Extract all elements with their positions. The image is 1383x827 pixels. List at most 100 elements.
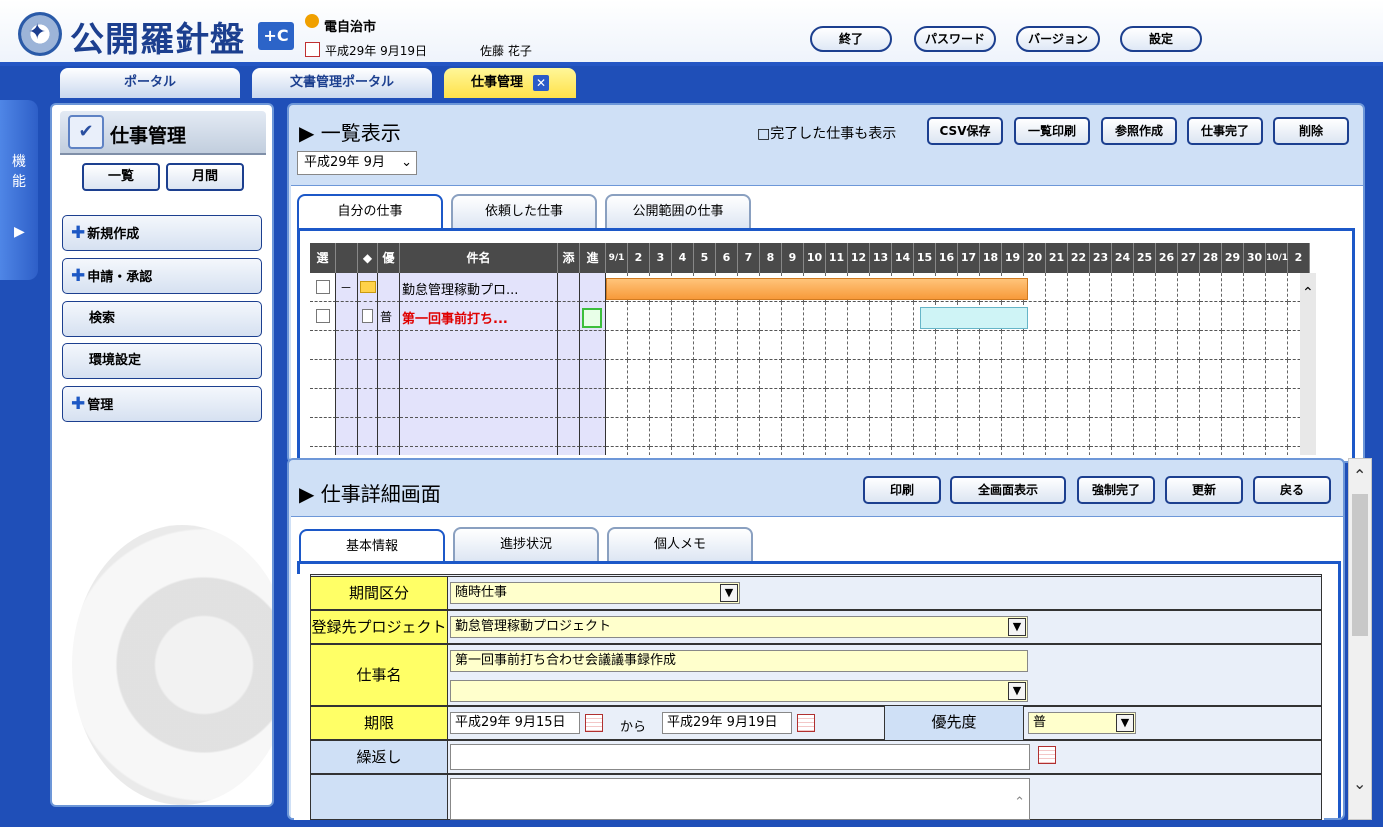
- grid-scrollbar[interactable]: ⌃: [1300, 273, 1316, 455]
- progress-indicator: [582, 308, 602, 328]
- day-cell: [738, 331, 760, 360]
- chevron-up-icon[interactable]: ⌃: [1353, 466, 1366, 485]
- organization-name: 電自治市: [324, 20, 377, 35]
- list-view-button[interactable]: 一覧: [82, 163, 160, 191]
- deadline-from-input[interactable]: 平成29年 9月15日: [450, 712, 580, 734]
- day-cell: [1266, 302, 1288, 331]
- table-row[interactable]: 普第一回事前打ち...: [310, 302, 1310, 331]
- table-row[interactable]: [310, 389, 1310, 418]
- day-cell: [1222, 418, 1244, 447]
- day-header: 7: [738, 243, 760, 273]
- day-cell: [1266, 389, 1288, 418]
- exit-button[interactable]: 終了: [810, 26, 892, 52]
- tab-personal-memo[interactable]: 個人メモ: [607, 527, 753, 561]
- deadline-to-input[interactable]: 平成29年 9月19日: [662, 712, 792, 734]
- day-header: 9: [782, 243, 804, 273]
- fullscreen-button[interactable]: 全画面表示: [950, 476, 1066, 504]
- update-button[interactable]: 更新: [1165, 476, 1243, 504]
- menu-new-create[interactable]: ✚ 新規作成: [62, 215, 262, 251]
- priority-select[interactable]: 普 ▼: [1028, 712, 1136, 734]
- memo-textarea[interactable]: ⌃: [450, 778, 1030, 820]
- table-row[interactable]: [310, 418, 1310, 447]
- table-row[interactable]: [310, 331, 1310, 360]
- table-cell: [400, 389, 558, 418]
- csv-save-button[interactable]: CSV保存: [927, 117, 1003, 145]
- chevron-down-icon: ▼: [720, 584, 738, 602]
- row-checkbox[interactable]: [316, 280, 330, 294]
- table-cell: [558, 418, 580, 447]
- calendar-icon[interactable]: [1038, 746, 1056, 764]
- settings-button[interactable]: 設定: [1120, 26, 1202, 52]
- day-cell: [936, 389, 958, 418]
- close-icon[interactable]: ✕: [533, 74, 549, 91]
- calendar-icon[interactable]: [797, 714, 815, 732]
- side-function-tab[interactable]: 機能 ▶: [0, 100, 38, 280]
- back-button[interactable]: 戻る: [1253, 476, 1331, 504]
- task-complete-button[interactable]: 仕事完了: [1187, 117, 1263, 145]
- task-name-input[interactable]: 第一回事前打ち合わせ会議議事録作成: [450, 650, 1028, 672]
- password-button[interactable]: パスワード: [914, 26, 996, 52]
- gantt-bar-task[interactable]: [920, 307, 1028, 329]
- day-cell: [1244, 273, 1266, 302]
- menu-environment-settings[interactable]: 環境設定: [62, 343, 262, 379]
- tab-public-tasks[interactable]: 公開範囲の仕事: [605, 194, 751, 228]
- table-cell: [358, 331, 378, 360]
- table-row[interactable]: [310, 447, 1310, 455]
- force-complete-button[interactable]: 強制完了: [1077, 476, 1155, 504]
- print-button[interactable]: 印刷: [863, 476, 941, 504]
- month-select[interactable]: 平成29年 9月 ⌄: [297, 151, 417, 175]
- day-header: 20: [1024, 243, 1046, 273]
- col-progress: 進: [580, 243, 606, 273]
- tab-my-tasks[interactable]: 自分の仕事: [297, 194, 443, 228]
- chevron-down-icon[interactable]: ⌄: [1353, 774, 1366, 793]
- monthly-view-button[interactable]: 月間: [166, 163, 244, 191]
- day-header: 26: [1156, 243, 1178, 273]
- day-cell: [892, 360, 914, 389]
- tab-requested-tasks[interactable]: 依頼した仕事: [451, 194, 597, 228]
- delete-button[interactable]: 削除: [1273, 117, 1349, 145]
- task-name-template-select[interactable]: ▼: [450, 680, 1028, 702]
- menu-search[interactable]: 検索: [62, 301, 262, 337]
- day-cell: [1046, 360, 1068, 389]
- version-button[interactable]: バージョン: [1016, 26, 1100, 52]
- day-cell: [694, 418, 716, 447]
- reference-create-button[interactable]: 参照作成: [1101, 117, 1177, 145]
- repeat-input[interactable]: [450, 744, 1030, 770]
- tab-work-management[interactable]: 仕事管理 ✕: [444, 68, 576, 98]
- deadline-label: 期限: [310, 706, 448, 740]
- period-label: 期間区分: [310, 576, 448, 610]
- table-cell: [558, 447, 580, 455]
- day-cell: [672, 331, 694, 360]
- day-header: 14: [892, 243, 914, 273]
- left-panel-title: 仕事管理: [110, 125, 187, 147]
- period-select[interactable]: 随時仕事 ▼: [450, 582, 740, 604]
- day-cell: [628, 331, 650, 360]
- menu-admin[interactable]: ✚ 管理: [62, 386, 262, 422]
- table-row[interactable]: [310, 360, 1310, 389]
- day-cell: [1046, 302, 1068, 331]
- day-header: 19: [1002, 243, 1024, 273]
- day-cell: [980, 418, 1002, 447]
- day-cell: [672, 418, 694, 447]
- day-cell: [1134, 331, 1156, 360]
- tab-document-portal[interactable]: 文書管理ポータル: [252, 68, 432, 98]
- menu-request-approval[interactable]: ✚ 申請・承認: [62, 258, 262, 294]
- row-checkbox[interactable]: [316, 309, 330, 323]
- day-cell: [650, 302, 672, 331]
- calendar-icon[interactable]: [585, 714, 603, 732]
- row-task-name[interactable]: 第一回事前打ち...: [402, 308, 508, 327]
- project-select[interactable]: 勤怠管理稼動プロジェクト ▼: [450, 616, 1028, 638]
- day-cell: [672, 360, 694, 389]
- scrollbar-thumb[interactable]: [1352, 494, 1368, 636]
- tab-basic-info[interactable]: 基本情報: [299, 529, 445, 563]
- gantt-bar-project[interactable]: [606, 278, 1028, 300]
- row-task-name[interactable]: 勤怠管理稼動プロ...: [402, 279, 518, 298]
- show-completed-checkbox[interactable]: □完了した仕事も表示: [757, 123, 896, 143]
- tab-portal[interactable]: ポータル: [60, 68, 240, 98]
- table-cell: [580, 273, 606, 302]
- day-cell: [694, 302, 716, 331]
- menu-label: 環境設定: [89, 353, 142, 368]
- day-cell: [892, 418, 914, 447]
- list-print-button[interactable]: 一覧印刷: [1014, 117, 1090, 145]
- tab-progress[interactable]: 進捗状況: [453, 527, 599, 561]
